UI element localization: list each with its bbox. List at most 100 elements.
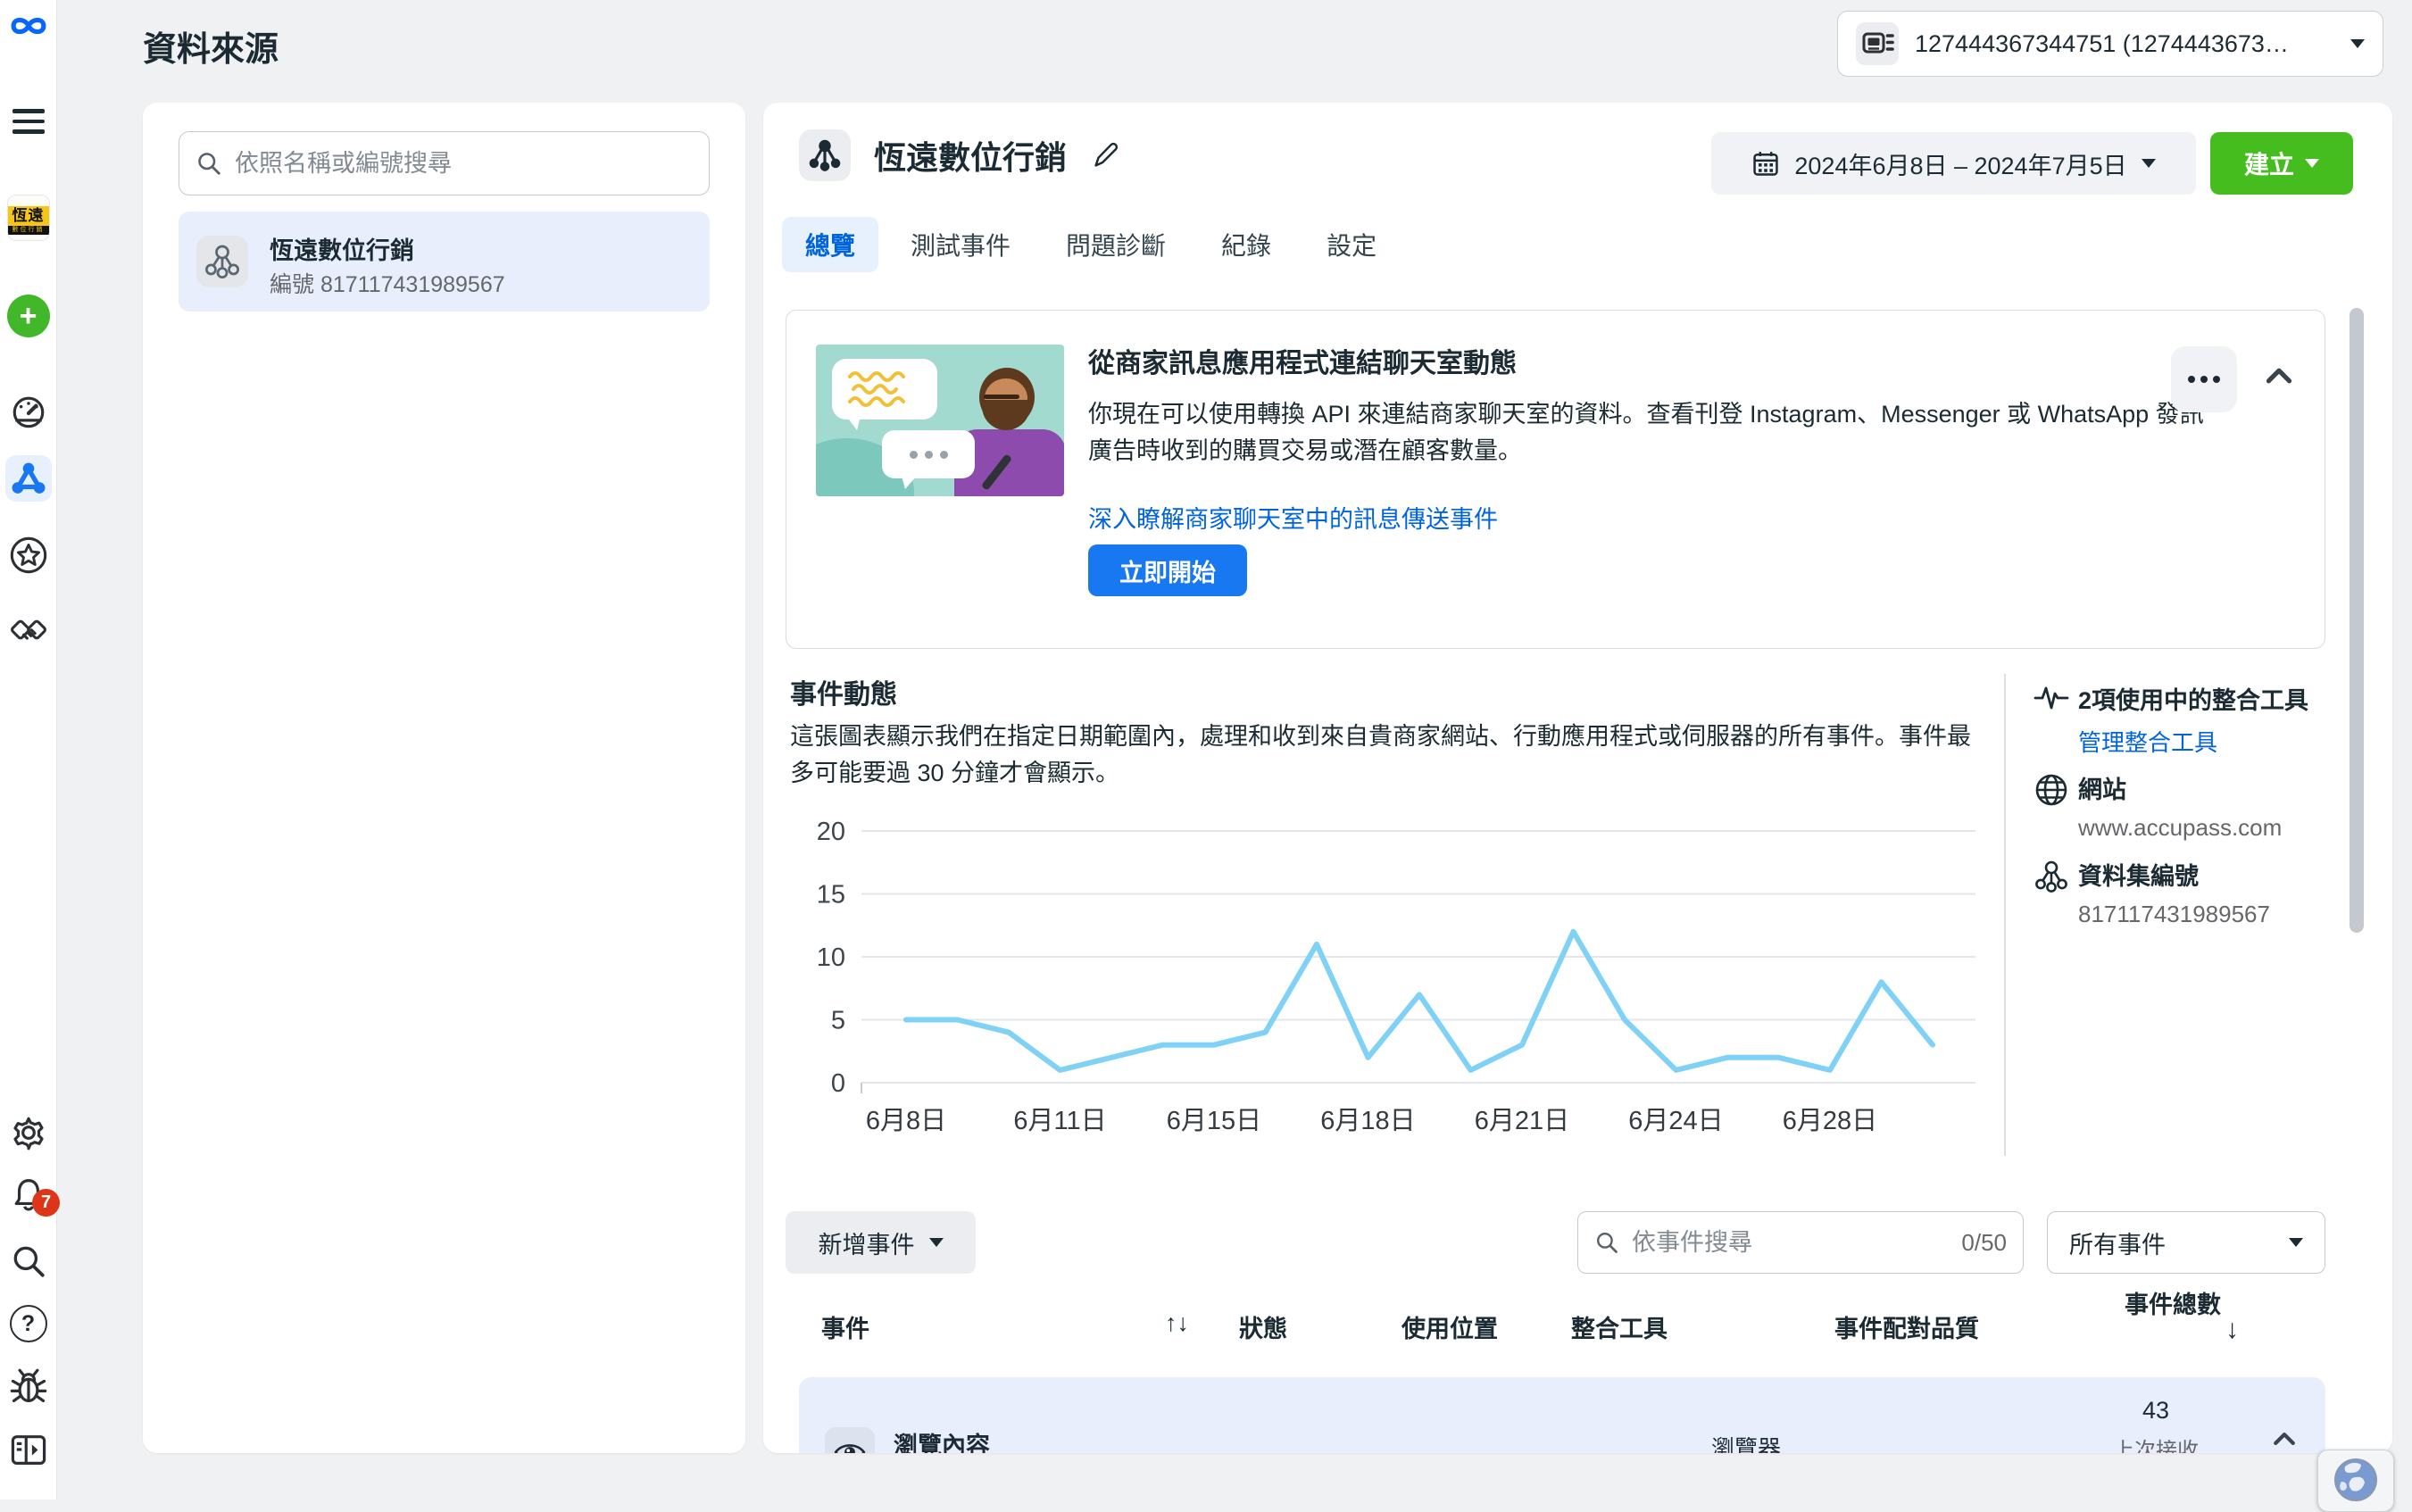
events-section-description: 這張圖表顯示我們在指定日期範圍內，處理和收到來自貴商家網站、行動應用程式或伺服器… — [790, 719, 1982, 792]
search-char-counter: 0/50 — [1961, 1229, 2007, 1257]
banner-illustration — [816, 345, 1064, 496]
svg-text:6月24日: 6月24日 — [1628, 1107, 1723, 1135]
row-event-name: 瀏覽內容 — [894, 1426, 990, 1453]
account-selector[interactable]: 127444367344751 (1274443673… — [1837, 11, 2383, 77]
dataset-nodes-icon-dark — [799, 129, 851, 181]
col-usage: 使用位置 — [1401, 1309, 1498, 1344]
integrations-info: 2項使用中的整合工具 管理整合工具 — [2034, 681, 2355, 758]
list-item-title: 恆遠數位行銷 — [270, 231, 414, 266]
meta-logo[interactable] — [10, 12, 47, 39]
help-icon[interactable]: ? — [10, 1305, 47, 1342]
globe-color-icon — [2331, 1455, 2381, 1505]
events-section-title: 事件動態 — [790, 672, 897, 711]
table-row-pageview[interactable]: 瀏覽內容 瀏覽器 43 上次接收 — [799, 1377, 2325, 1453]
banner-more-button[interactable] — [2171, 346, 2237, 412]
get-started-button[interactable]: 立即開始 — [1088, 544, 1247, 596]
vertical-divider — [2004, 674, 2006, 1156]
browser-globe-widget[interactable] — [2317, 1450, 2394, 1512]
overview-gauge-icon[interactable] — [10, 395, 47, 432]
list-search-input[interactable] — [235, 150, 693, 178]
col-match-quality: 事件配對品質 — [1834, 1309, 1979, 1344]
tab-bar: 總覽 測試事件 問題診斷 紀錄 設定 — [782, 217, 1400, 272]
tab-test-events[interactable]: 測試事件 — [887, 217, 1034, 272]
col-status: 狀態 — [1239, 1309, 1287, 1344]
col-integration: 整合工具 — [1571, 1309, 1668, 1344]
row-total-count: 43 — [2098, 1397, 2214, 1425]
event-filter-dropdown[interactable]: 所有事件 — [2047, 1211, 2325, 1274]
search-icon[interactable] — [10, 1242, 47, 1280]
report-bug-icon[interactable] — [9, 1367, 48, 1407]
row-integration: 瀏覽器 — [1711, 1431, 1781, 1453]
sort-desc-arrow-icon[interactable]: ↓ — [2225, 1315, 2239, 1345]
banner-title: 從商家訊息應用程式連結聊天室動態 — [1088, 341, 1517, 380]
account-selector-value: 127444367344751 (1274443673… — [1915, 30, 2350, 58]
svg-text:15: 15 — [817, 881, 845, 910]
svg-text:10: 10 — [817, 943, 845, 972]
collapse-panel-icon[interactable] — [9, 1430, 48, 1469]
messaging-banner-card: 從商家訊息應用程式連結聊天室動態 你現在可以使用轉換 API 來連結商家聊天室的… — [786, 310, 2325, 649]
banner-collapse-chevron-up-icon[interactable] — [2263, 364, 2295, 387]
create-button-label: 建立 — [2244, 145, 2294, 181]
calendar-icon — [1751, 149, 1780, 178]
hamburger-menu-button[interactable] — [12, 109, 45, 134]
tab-diagnostics[interactable]: 問題診斷 — [1043, 217, 1189, 272]
business-avatar[interactable]: 恆遠 數位行銷 — [7, 195, 50, 241]
event-search-input[interactable] — [1632, 1229, 1949, 1257]
list-item-id: 編號 817117431989567 — [270, 267, 505, 299]
dataset-title: 恆遠數位行銷 — [874, 132, 1067, 179]
chevron-down-icon — [2305, 159, 2319, 168]
left-icon-rail: 恆遠 數位行銷 + 7 ? — [0, 0, 57, 1500]
svg-text:6月18日: 6月18日 — [1320, 1107, 1415, 1135]
svg-text:6月28日: 6月28日 — [1783, 1107, 1877, 1135]
dataset-nodes-icon — [2034, 859, 2069, 894]
list-search-box[interactable] — [179, 131, 710, 195]
col-event: 事件 — [821, 1309, 869, 1344]
col-total-events: 事件總數 — [2125, 1290, 2223, 1320]
settings-gear-icon[interactable] — [10, 1114, 47, 1151]
website-info: 網站 www.accupass.com — [2034, 770, 2355, 842]
dataset-id-value: 817117431989567 — [2078, 901, 2355, 928]
star-circle-icon[interactable] — [9, 536, 48, 575]
events-activity-chart: 051015206月8日6月11日6月15日6月18日6月21日6月24日6月2… — [786, 817, 1986, 1138]
dataset-nodes-icon — [196, 236, 248, 287]
svg-text:6月11日: 6月11日 — [1013, 1107, 1106, 1135]
event-filter-value: 所有事件 — [2069, 1225, 2166, 1260]
event-search-box[interactable]: 0/50 — [1577, 1211, 2024, 1274]
page-title: 資料來源 — [143, 21, 279, 71]
tab-settings[interactable]: 設定 — [1303, 217, 1400, 272]
row-collapse-chevron-up-icon[interactable] — [2270, 1429, 2299, 1449]
create-button[interactable]: 建立 — [2210, 132, 2353, 195]
date-range-picker[interactable]: 2024年6月8日 – 2024年7月5日 — [1711, 132, 2196, 195]
svg-text:20: 20 — [817, 818, 845, 846]
website-label: 網站 — [2078, 770, 2355, 805]
create-plus-button[interactable]: + — [7, 295, 50, 337]
svg-text:6月15日: 6月15日 — [1167, 1107, 1261, 1135]
row-total-sublabel: 上次接收 — [2098, 1433, 2214, 1453]
partners-handshake-icon[interactable] — [9, 614, 48, 650]
search-icon — [1594, 1230, 1619, 1255]
avatar-subtext: 數位行銷 — [8, 226, 49, 235]
eye-icon — [825, 1427, 875, 1453]
svg-text:6月8日: 6月8日 — [866, 1107, 946, 1135]
list-item-dataset[interactable]: 恆遠數位行銷 編號 817117431989567 — [179, 212, 710, 312]
tab-history[interactable]: 紀錄 — [1198, 217, 1294, 272]
chevron-down-icon — [929, 1238, 944, 1247]
manage-integrations-link[interactable]: 管理整合工具 — [2078, 725, 2355, 758]
date-range-value: 2024年6月8日 – 2024年7月5日 — [1794, 146, 2126, 181]
tab-overview[interactable]: 總覽 — [782, 217, 878, 272]
banner-learn-more-link[interactable]: 深入瞭解商家聊天室中的訊息傳送事件 — [1088, 500, 1498, 535]
search-icon — [195, 150, 222, 177]
chevron-down-icon — [2142, 159, 2156, 168]
svg-text:0: 0 — [831, 1069, 845, 1098]
integrations-count: 2項使用中的整合工具 — [2078, 681, 2355, 716]
add-event-button[interactable]: 新增事件 — [786, 1211, 976, 1274]
data-sources-icon[interactable] — [5, 455, 52, 502]
vertical-scrollbar-thumb[interactable] — [2350, 308, 2364, 933]
dataset-id-info: 資料集編號 817117431989567 — [2034, 857, 2355, 928]
sort-toggle-icon[interactable]: ↑↓ — [1165, 1309, 1189, 1337]
dataset-id-label: 資料集編號 — [2078, 857, 2355, 892]
add-event-label: 新增事件 — [819, 1225, 915, 1260]
pulse-icon — [2034, 683, 2069, 713]
edit-pencil-icon[interactable] — [1090, 140, 1120, 170]
chevron-down-icon — [2289, 1238, 2303, 1247]
